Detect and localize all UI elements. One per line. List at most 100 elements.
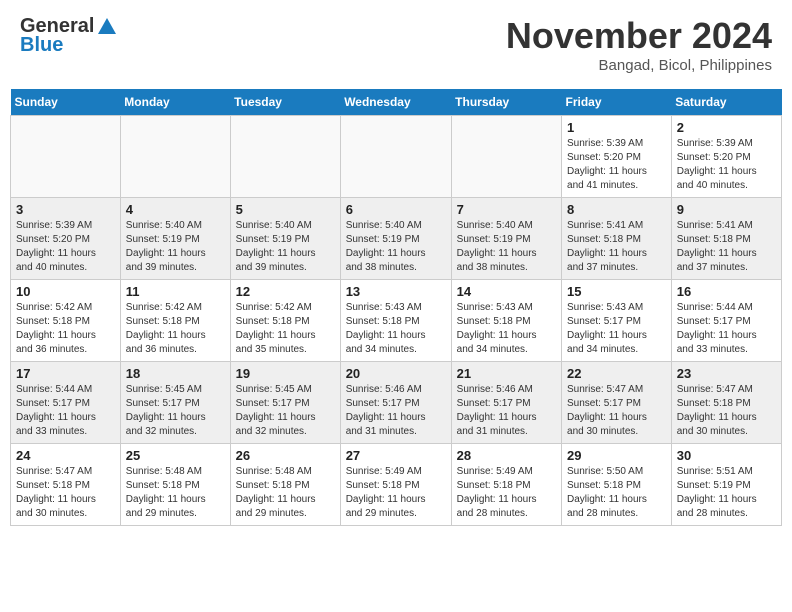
day-info: Sunrise: 5:48 AM Sunset: 5:18 PM Dayligh… xyxy=(236,465,335,521)
day-number: 17 xyxy=(16,366,115,381)
day-info: Sunrise: 5:40 AM Sunset: 5:19 PM Dayligh… xyxy=(126,219,225,275)
day-number: 16 xyxy=(677,284,776,299)
day-info: Sunrise: 5:49 AM Sunset: 5:18 PM Dayligh… xyxy=(346,465,446,521)
day-number: 19 xyxy=(236,366,335,381)
day-info: Sunrise: 5:45 AM Sunset: 5:17 PM Dayligh… xyxy=(126,383,225,439)
calendar-table: SundayMondayTuesdayWednesdayThursdayFrid… xyxy=(10,89,782,526)
day-info: Sunrise: 5:51 AM Sunset: 5:19 PM Dayligh… xyxy=(677,465,776,521)
calendar-cell: 3Sunrise: 5:39 AM Sunset: 5:20 PM Daylig… xyxy=(11,198,121,280)
day-number: 7 xyxy=(457,202,556,217)
calendar-cell: 25 Sunrise: 5:48 AM Sunset: 5:18 PM Dayli… xyxy=(120,444,230,526)
calendar-cell xyxy=(340,116,451,198)
day-info: Sunrise: 5:42 AM Sunset: 5:18 PM Dayligh… xyxy=(126,301,225,357)
calendar-cell: 19 Sunrise: 5:45 AM Sunset: 5:17 PM Dayli… xyxy=(230,362,340,444)
day-info: Sunrise: 5:46 AM Sunset: 5:17 PM Dayligh… xyxy=(457,383,556,439)
day-number: 27 xyxy=(346,448,446,463)
day-number: 21 xyxy=(457,366,556,381)
weekday-header-wednesday: Wednesday xyxy=(340,89,451,116)
day-info: Sunrise: 5:48 AM Sunset: 5:18 PM Dayligh… xyxy=(126,465,225,521)
logo-blue-text: Blue xyxy=(20,34,63,57)
page-header: General Blue November 2024 Bangad, Bicol… xyxy=(10,10,782,79)
day-info: Sunrise: 5:41 AM Sunset: 5:18 PM Dayligh… xyxy=(677,219,776,275)
day-info: Sunrise: 5:42 AM Sunset: 5:18 PM Dayligh… xyxy=(236,301,335,357)
calendar-cell: 2 Sunrise: 5:39 AM Sunset: 5:20 PM Daylig… xyxy=(671,116,781,198)
day-info: Sunrise: 5:43 AM Sunset: 5:18 PM Dayligh… xyxy=(346,301,446,357)
calendar-cell: 10 Sunrise: 5:42 AM Sunset: 5:18 PM Dayli… xyxy=(11,280,121,362)
day-number: 4 xyxy=(126,202,225,217)
day-info: Sunrise: 5:50 AM Sunset: 5:18 PM Dayligh… xyxy=(567,465,666,521)
day-number: 2 xyxy=(677,120,776,135)
calendar-cell: 26 Sunrise: 5:48 AM Sunset: 5:18 PM Dayli… xyxy=(230,444,340,526)
calendar-cell: 9 Sunrise: 5:41 AM Sunset: 5:18 PM Daylig… xyxy=(671,198,781,280)
day-info: Sunrise: 5:41 AM Sunset: 5:18 PM Dayligh… xyxy=(567,219,666,275)
calendar-cell: 4 Sunrise: 5:40 AM Sunset: 5:19 PM Daylig… xyxy=(120,198,230,280)
day-info: Sunrise: 5:39 AM Sunset: 5:20 PM Dayligh… xyxy=(677,137,776,193)
day-info: Sunrise: 5:40 AM Sunset: 5:19 PM Dayligh… xyxy=(346,219,446,275)
calendar-cell: 20Sunrise: 5:46 AM Sunset: 5:17 PM Dayli… xyxy=(340,362,451,444)
day-number: 28 xyxy=(457,448,556,463)
calendar-cell: 29Sunrise: 5:50 AM Sunset: 5:18 PM Dayli… xyxy=(562,444,672,526)
day-number: 10 xyxy=(16,284,115,299)
logo-icon xyxy=(96,16,118,38)
day-number: 11 xyxy=(126,284,225,299)
day-info: Sunrise: 5:40 AM Sunset: 5:19 PM Dayligh… xyxy=(236,219,335,275)
day-number: 15 xyxy=(567,284,666,299)
day-info: Sunrise: 5:47 AM Sunset: 5:17 PM Dayligh… xyxy=(567,383,666,439)
location: Bangad, Bicol, Philippines xyxy=(506,57,772,74)
day-number: 26 xyxy=(236,448,335,463)
weekday-header-row: SundayMondayTuesdayWednesdayThursdayFrid… xyxy=(11,89,782,116)
calendar-cell: 30 Sunrise: 5:51 AM Sunset: 5:19 PM Dayli… xyxy=(671,444,781,526)
day-number: 30 xyxy=(677,448,776,463)
weekday-header-friday: Friday xyxy=(562,89,672,116)
calendar-cell: 14 Sunrise: 5:43 AM Sunset: 5:18 PM Dayli… xyxy=(451,280,561,362)
calendar-cell: 23 Sunrise: 5:47 AM Sunset: 5:18 PM Dayli… xyxy=(671,362,781,444)
weekday-header-tuesday: Tuesday xyxy=(230,89,340,116)
day-info: Sunrise: 5:42 AM Sunset: 5:18 PM Dayligh… xyxy=(16,301,115,357)
calendar-cell: 12 Sunrise: 5:42 AM Sunset: 5:18 PM Dayli… xyxy=(230,280,340,362)
calendar-cell: 17 Sunrise: 5:44 AM Sunset: 5:17 PM Dayli… xyxy=(11,362,121,444)
calendar-row-1: 3Sunrise: 5:39 AM Sunset: 5:20 PM Daylig… xyxy=(11,198,782,280)
calendar-cell: 24 Sunrise: 5:47 AM Sunset: 5:18 PM Dayli… xyxy=(11,444,121,526)
calendar-row-2: 10 Sunrise: 5:42 AM Sunset: 5:18 PM Dayli… xyxy=(11,280,782,362)
day-number: 24 xyxy=(16,448,115,463)
day-info: Sunrise: 5:40 AM Sunset: 5:19 PM Dayligh… xyxy=(457,219,556,275)
day-number: 14 xyxy=(457,284,556,299)
calendar-cell: 15 Sunrise: 5:43 AM Sunset: 5:17 PM Dayli… xyxy=(562,280,672,362)
day-number: 9 xyxy=(677,202,776,217)
day-number: 6 xyxy=(346,202,446,217)
day-info: Sunrise: 5:47 AM Sunset: 5:18 PM Dayligh… xyxy=(677,383,776,439)
calendar-cell: 11 Sunrise: 5:42 AM Sunset: 5:18 PM Dayli… xyxy=(120,280,230,362)
calendar-row-0: 1 Sunrise: 5:39 AM Sunset: 5:20 PM Daylig… xyxy=(11,116,782,198)
day-number: 8 xyxy=(567,202,666,217)
day-number: 3 xyxy=(16,202,115,217)
day-info: Sunrise: 5:43 AM Sunset: 5:17 PM Dayligh… xyxy=(567,301,666,357)
day-number: 25 xyxy=(126,448,225,463)
day-info: Sunrise: 5:44 AM Sunset: 5:17 PM Dayligh… xyxy=(677,301,776,357)
day-number: 1 xyxy=(567,120,666,135)
day-number: 22 xyxy=(567,366,666,381)
calendar-cell: 16 Sunrise: 5:44 AM Sunset: 5:17 PM Dayli… xyxy=(671,280,781,362)
day-info: Sunrise: 5:45 AM Sunset: 5:17 PM Dayligh… xyxy=(236,383,335,439)
day-info: Sunrise: 5:44 AM Sunset: 5:17 PM Dayligh… xyxy=(16,383,115,439)
day-info: Sunrise: 5:47 AM Sunset: 5:18 PM Dayligh… xyxy=(16,465,115,521)
day-number: 23 xyxy=(677,366,776,381)
day-number: 13 xyxy=(346,284,446,299)
day-info: Sunrise: 5:43 AM Sunset: 5:18 PM Dayligh… xyxy=(457,301,556,357)
calendar-cell: 1Sunrise: 5:39 AM Sunset: 5:20 PM Daylig… xyxy=(562,116,672,198)
calendar-cell: 8 Sunrise: 5:41 AM Sunset: 5:18 PM Daylig… xyxy=(562,198,672,280)
calendar-cell: 21 Sunrise: 5:46 AM Sunset: 5:17 PM Dayli… xyxy=(451,362,561,444)
logo: General Blue xyxy=(20,15,118,57)
weekday-header-sunday: Sunday xyxy=(11,89,121,116)
weekday-header-saturday: Saturday xyxy=(671,89,781,116)
month-title: November 2024 xyxy=(506,15,772,57)
calendar-cell xyxy=(11,116,121,198)
calendar-cell: 18Sunrise: 5:45 AM Sunset: 5:17 PM Dayli… xyxy=(120,362,230,444)
calendar-cell xyxy=(120,116,230,198)
day-number: 12 xyxy=(236,284,335,299)
title-section: November 2024 Bangad, Bicol, Philippines xyxy=(506,15,772,74)
day-info: Sunrise: 5:46 AM Sunset: 5:17 PM Dayligh… xyxy=(346,383,446,439)
calendar-cell: 7 Sunrise: 5:40 AM Sunset: 5:19 PM Daylig… xyxy=(451,198,561,280)
calendar-cell: 5Sunrise: 5:40 AM Sunset: 5:19 PM Daylig… xyxy=(230,198,340,280)
day-info: Sunrise: 5:49 AM Sunset: 5:18 PM Dayligh… xyxy=(457,465,556,521)
calendar-cell: 27 Sunrise: 5:49 AM Sunset: 5:18 PM Dayli… xyxy=(340,444,451,526)
